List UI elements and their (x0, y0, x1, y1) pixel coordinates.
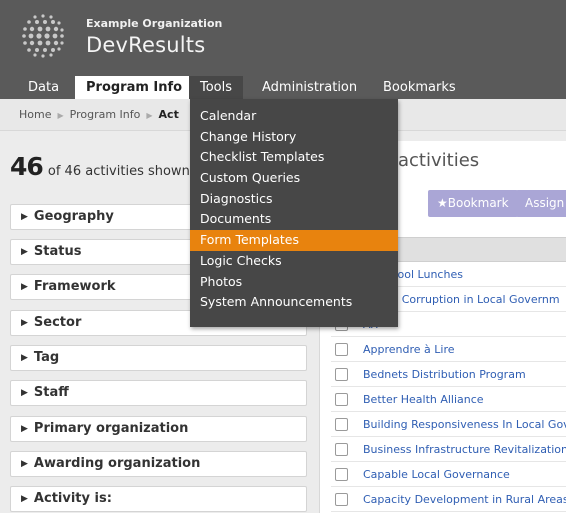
menu-item-checklist-templates[interactable]: Checklist Templates (190, 147, 398, 168)
activity-link[interactable]: Bednets Distribution Program (363, 368, 526, 381)
activity-count: 46 of 46 activities shown (10, 152, 190, 181)
bookmark-button[interactable]: ★Bookmark (428, 190, 518, 217)
facet-label: Staff (33, 385, 69, 400)
menu-item-system-announcements[interactable]: System Announcements (190, 292, 398, 313)
activity-count-text: of 46 activities shown (47, 164, 190, 179)
activity-link[interactable]: Capacity Development in Rural Areas (363, 493, 566, 506)
breadcrumb: Home ▶ Program Info ▶ Act (19, 108, 179, 121)
row-checkbox[interactable] (335, 393, 348, 406)
caret-right-icon: ▶ (21, 388, 28, 398)
activity-link[interactable]: Building Responsiveness In Local Gove (363, 418, 566, 431)
caret-right-icon: ▶ (21, 459, 28, 469)
menu-item-custom-queries[interactable]: Custom Queries (190, 168, 398, 189)
facet-tag[interactable]: ▶ Tag (10, 345, 307, 371)
nav-tools[interactable]: Tools (189, 76, 244, 99)
row-checkbox[interactable] (335, 343, 348, 356)
facet-label: Primary organization (33, 421, 189, 436)
tools-dropdown-menu: Calendar Change History Checklist Templa… (190, 99, 398, 327)
menu-item-photos[interactable]: Photos (190, 272, 398, 293)
table-row: Capable Local Governance (331, 462, 566, 487)
facet-label: Sector (33, 315, 82, 330)
row-checkbox[interactable] (335, 443, 348, 456)
caret-right-icon: ▶ (21, 424, 28, 434)
breadcrumb-current: Act (158, 108, 179, 121)
nav-bookmarks[interactable]: Bookmarks (372, 76, 467, 99)
app-header: Example Organization DevResults Data Pro… (0, 0, 566, 99)
nav-administration[interactable]: Administration (251, 76, 368, 99)
row-checkbox[interactable] (335, 368, 348, 381)
menu-item-documents[interactable]: Documents (190, 209, 398, 230)
table-row: Apprendre à Lire (331, 337, 566, 362)
menu-item-change-history[interactable]: Change History (190, 127, 398, 148)
nav-program-info[interactable]: Program Info (75, 76, 194, 99)
caret-right-icon: ▶ (21, 212, 28, 222)
breadcrumb-separator-icon: ▶ (57, 111, 64, 120)
activity-link[interactable]: Business Infrastructure Revitalization I (363, 443, 566, 456)
facet-awarding-organization[interactable]: ▶ Awarding organization (10, 451, 307, 477)
menu-item-calendar[interactable]: Calendar (190, 106, 398, 127)
table-row: Business Infrastructure Revitalization I (331, 437, 566, 462)
row-checkbox[interactable] (335, 493, 348, 506)
caret-right-icon: ▶ (21, 353, 28, 363)
table-row: Building Responsiveness In Local Gove (331, 412, 566, 437)
facet-label: Awarding organization (33, 456, 201, 471)
row-checkbox[interactable] (335, 418, 348, 431)
caret-right-icon: ▶ (21, 318, 28, 328)
facet-label: Tag (33, 350, 60, 365)
main-nav: Data Program Info Tools Administration B… (0, 76, 566, 99)
globe-logo-icon (22, 14, 64, 58)
activity-link[interactable]: Apprendre à Lire (363, 343, 455, 356)
facet-activity-is[interactable]: ▶ Activity is: (10, 486, 307, 512)
menu-item-logic-checks[interactable]: Logic Checks (190, 251, 398, 272)
row-checkbox[interactable] (335, 468, 348, 481)
activity-count-number: 46 (10, 152, 44, 181)
facet-label: Activity is: (33, 491, 112, 506)
breadcrumb-home[interactable]: Home (19, 108, 51, 121)
page-title: activities (398, 150, 480, 171)
facet-primary-organization[interactable]: ▶ Primary organization (10, 416, 307, 442)
nav-data[interactable]: Data (17, 76, 70, 99)
activity-link[interactable]: Better Health Alliance (363, 393, 484, 406)
facet-staff[interactable]: ▶ Staff (10, 380, 307, 406)
caret-right-icon: ▶ (21, 494, 28, 504)
breadcrumb-separator-icon: ▶ (146, 111, 153, 120)
facet-label: Framework (33, 279, 116, 294)
organization-name: Example Organization (86, 17, 223, 30)
table-row: Bednets Distribution Program (331, 362, 566, 387)
menu-item-diagnostics[interactable]: Diagnostics (190, 189, 398, 210)
facet-label: Status (33, 244, 82, 259)
assign-button[interactable]: Assign i (516, 190, 566, 217)
caret-right-icon: ▶ (21, 282, 28, 292)
activity-link[interactable]: Capable Local Governance (363, 468, 510, 481)
caret-right-icon: ▶ (21, 247, 28, 257)
table-row: Capacity Development in Rural Areas (331, 487, 566, 512)
facet-label: Geography (33, 209, 114, 224)
menu-item-form-templates[interactable]: Form Templates (190, 230, 398, 251)
app-name[interactable]: DevResults (86, 33, 205, 57)
breadcrumb-program-info[interactable]: Program Info (70, 108, 141, 121)
table-row: Better Health Alliance (331, 387, 566, 412)
